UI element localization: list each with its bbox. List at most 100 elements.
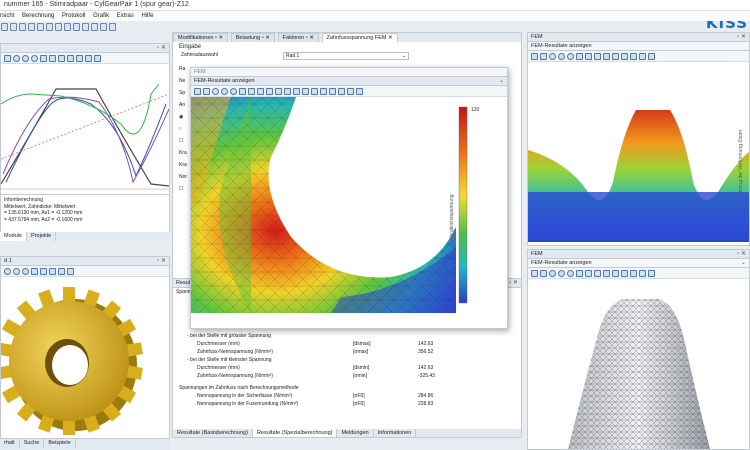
cube-top-icon[interactable] [612, 270, 619, 277]
mesh-icon[interactable] [639, 53, 646, 60]
tab-results-basic[interactable]: Resultate (Basisberechnung) [173, 429, 253, 437]
pin-icon[interactable] [356, 88, 363, 95]
zoom-in-icon[interactable] [558, 270, 565, 277]
tab-factors[interactable]: Faktoren ▫ ✕ [277, 33, 319, 42]
zoom-out-icon[interactable] [22, 268, 29, 275]
cube-icon[interactable] [585, 270, 592, 277]
cube-back-icon[interactable] [630, 270, 637, 277]
table-icon[interactable] [648, 53, 655, 60]
panel-controls-icon[interactable]: ▫ ✕ [157, 44, 166, 52]
zoom-in-icon[interactable] [558, 53, 565, 60]
chevron-down-icon[interactable]: ⌄ [741, 259, 746, 267]
table-icon[interactable] [320, 88, 327, 95]
cube-top-icon[interactable] [275, 88, 282, 95]
cube-front-icon[interactable] [594, 270, 601, 277]
pan-icon[interactable] [203, 88, 210, 95]
cursor-icon[interactable] [194, 88, 201, 95]
zoom-icon[interactable] [549, 53, 556, 60]
tab-search[interactable]: Suche [20, 439, 45, 448]
zoom-icon[interactable] [549, 270, 556, 277]
zoom-icon[interactable] [13, 55, 20, 62]
menu-view[interactable]: rsicht [0, 11, 14, 21]
calculate-icon[interactable] [46, 23, 53, 31]
pan-icon[interactable] [540, 270, 547, 277]
menu-help[interactable]: Hilfe [141, 11, 153, 21]
export-icon[interactable] [338, 88, 345, 95]
report-icon[interactable] [64, 23, 71, 31]
grid-icon[interactable] [58, 55, 65, 62]
tab-content[interactable]: rhalt [0, 439, 20, 448]
document-icon[interactable] [73, 23, 80, 31]
cube-side-icon[interactable] [58, 268, 65, 275]
copy-icon[interactable] [82, 23, 89, 31]
tab-load[interactable]: Belastung ▫ ✕ [230, 33, 275, 42]
mesh-icon[interactable] [639, 270, 646, 277]
cube-top-icon[interactable] [612, 53, 619, 60]
print-icon[interactable] [91, 23, 98, 31]
redo-icon[interactable] [37, 23, 44, 31]
zoom-out-icon[interactable] [230, 88, 237, 95]
cube-iso-icon[interactable] [284, 88, 291, 95]
cube-side-icon[interactable] [603, 270, 610, 277]
panel-controls-icon[interactable]: ▫ ✕ [737, 250, 746, 258]
save-image-icon[interactable] [85, 55, 92, 62]
open-icon[interactable] [10, 23, 17, 31]
tab-information[interactable]: Informationen [374, 429, 417, 437]
tab-messages[interactable]: Meldungen [337, 429, 374, 437]
tab-modifications[interactable]: Modifikationen ▫ ✕ [173, 33, 229, 42]
tab-examples[interactable]: Beispiele [44, 439, 76, 448]
cursor-icon[interactable] [531, 270, 538, 277]
chart-icon[interactable] [4, 55, 11, 62]
zoom-out-icon[interactable] [31, 55, 38, 62]
cube-front-icon[interactable] [594, 53, 601, 60]
menu-calculation[interactable]: Berechnung [22, 11, 54, 21]
zoom-out-icon[interactable] [567, 53, 574, 60]
pin-icon[interactable] [40, 55, 47, 62]
undo-icon[interactable] [28, 23, 35, 31]
rotate-icon[interactable] [31, 268, 38, 275]
cube-bottom-icon[interactable] [302, 88, 309, 95]
zoom-out-icon[interactable] [567, 270, 574, 277]
rotate-icon[interactable] [239, 88, 246, 95]
tab-projects[interactable]: Projekte [27, 232, 57, 241]
new-icon[interactable] [1, 23, 8, 31]
cube-iso-icon[interactable] [621, 53, 628, 60]
pan-icon[interactable] [540, 53, 547, 60]
zoom-icon[interactable] [212, 88, 219, 95]
tab-modules[interactable]: Module [0, 232, 28, 241]
save-image-icon[interactable] [347, 88, 354, 95]
zoom-in-icon[interactable] [221, 88, 228, 95]
table-icon[interactable] [49, 55, 56, 62]
menu-report[interactable]: Protokoll [62, 11, 85, 21]
rotate-icon[interactable] [576, 270, 583, 277]
panel-controls-icon[interactable]: ▫ ✕ [157, 257, 166, 265]
tab-root-stress-fem[interactable]: Zahnfussspannung FEM ✕ [321, 33, 398, 42]
gear-select[interactable]: Rad 1 ⌄ [283, 52, 409, 60]
settings-icon[interactable] [100, 23, 107, 31]
copy-image-icon[interactable] [76, 55, 83, 62]
cube-front-icon[interactable] [49, 268, 56, 275]
mesh-icon[interactable] [311, 88, 318, 95]
cube-front-icon[interactable] [257, 88, 264, 95]
menu-graphics[interactable]: Grafik [93, 11, 109, 21]
export-icon[interactable] [67, 55, 74, 62]
panel-controls-icon[interactable]: ▫ ✕ [509, 279, 518, 287]
cube-icon[interactable] [40, 268, 47, 275]
zoom-icon[interactable] [4, 268, 11, 275]
cube-icon[interactable] [585, 53, 592, 60]
cursor-icon[interactable] [531, 53, 538, 60]
cube-back-icon[interactable] [630, 53, 637, 60]
cube-top-icon[interactable] [67, 268, 74, 275]
cube-side-icon[interactable] [603, 53, 610, 60]
cube-iso-icon[interactable] [621, 270, 628, 277]
save-icon[interactable] [19, 23, 26, 31]
table-icon[interactable] [648, 270, 655, 277]
menu-extras[interactable]: Extras [117, 11, 134, 21]
tab-results-special[interactable]: Resultate (Spezialberechnung) [252, 429, 338, 437]
help-icon[interactable] [109, 23, 116, 31]
grid-icon[interactable] [329, 88, 336, 95]
cube-icon[interactable] [248, 88, 255, 95]
cube-side-icon[interactable] [266, 88, 273, 95]
zoom-in-icon[interactable] [13, 268, 20, 275]
rotate-icon[interactable] [576, 53, 583, 60]
